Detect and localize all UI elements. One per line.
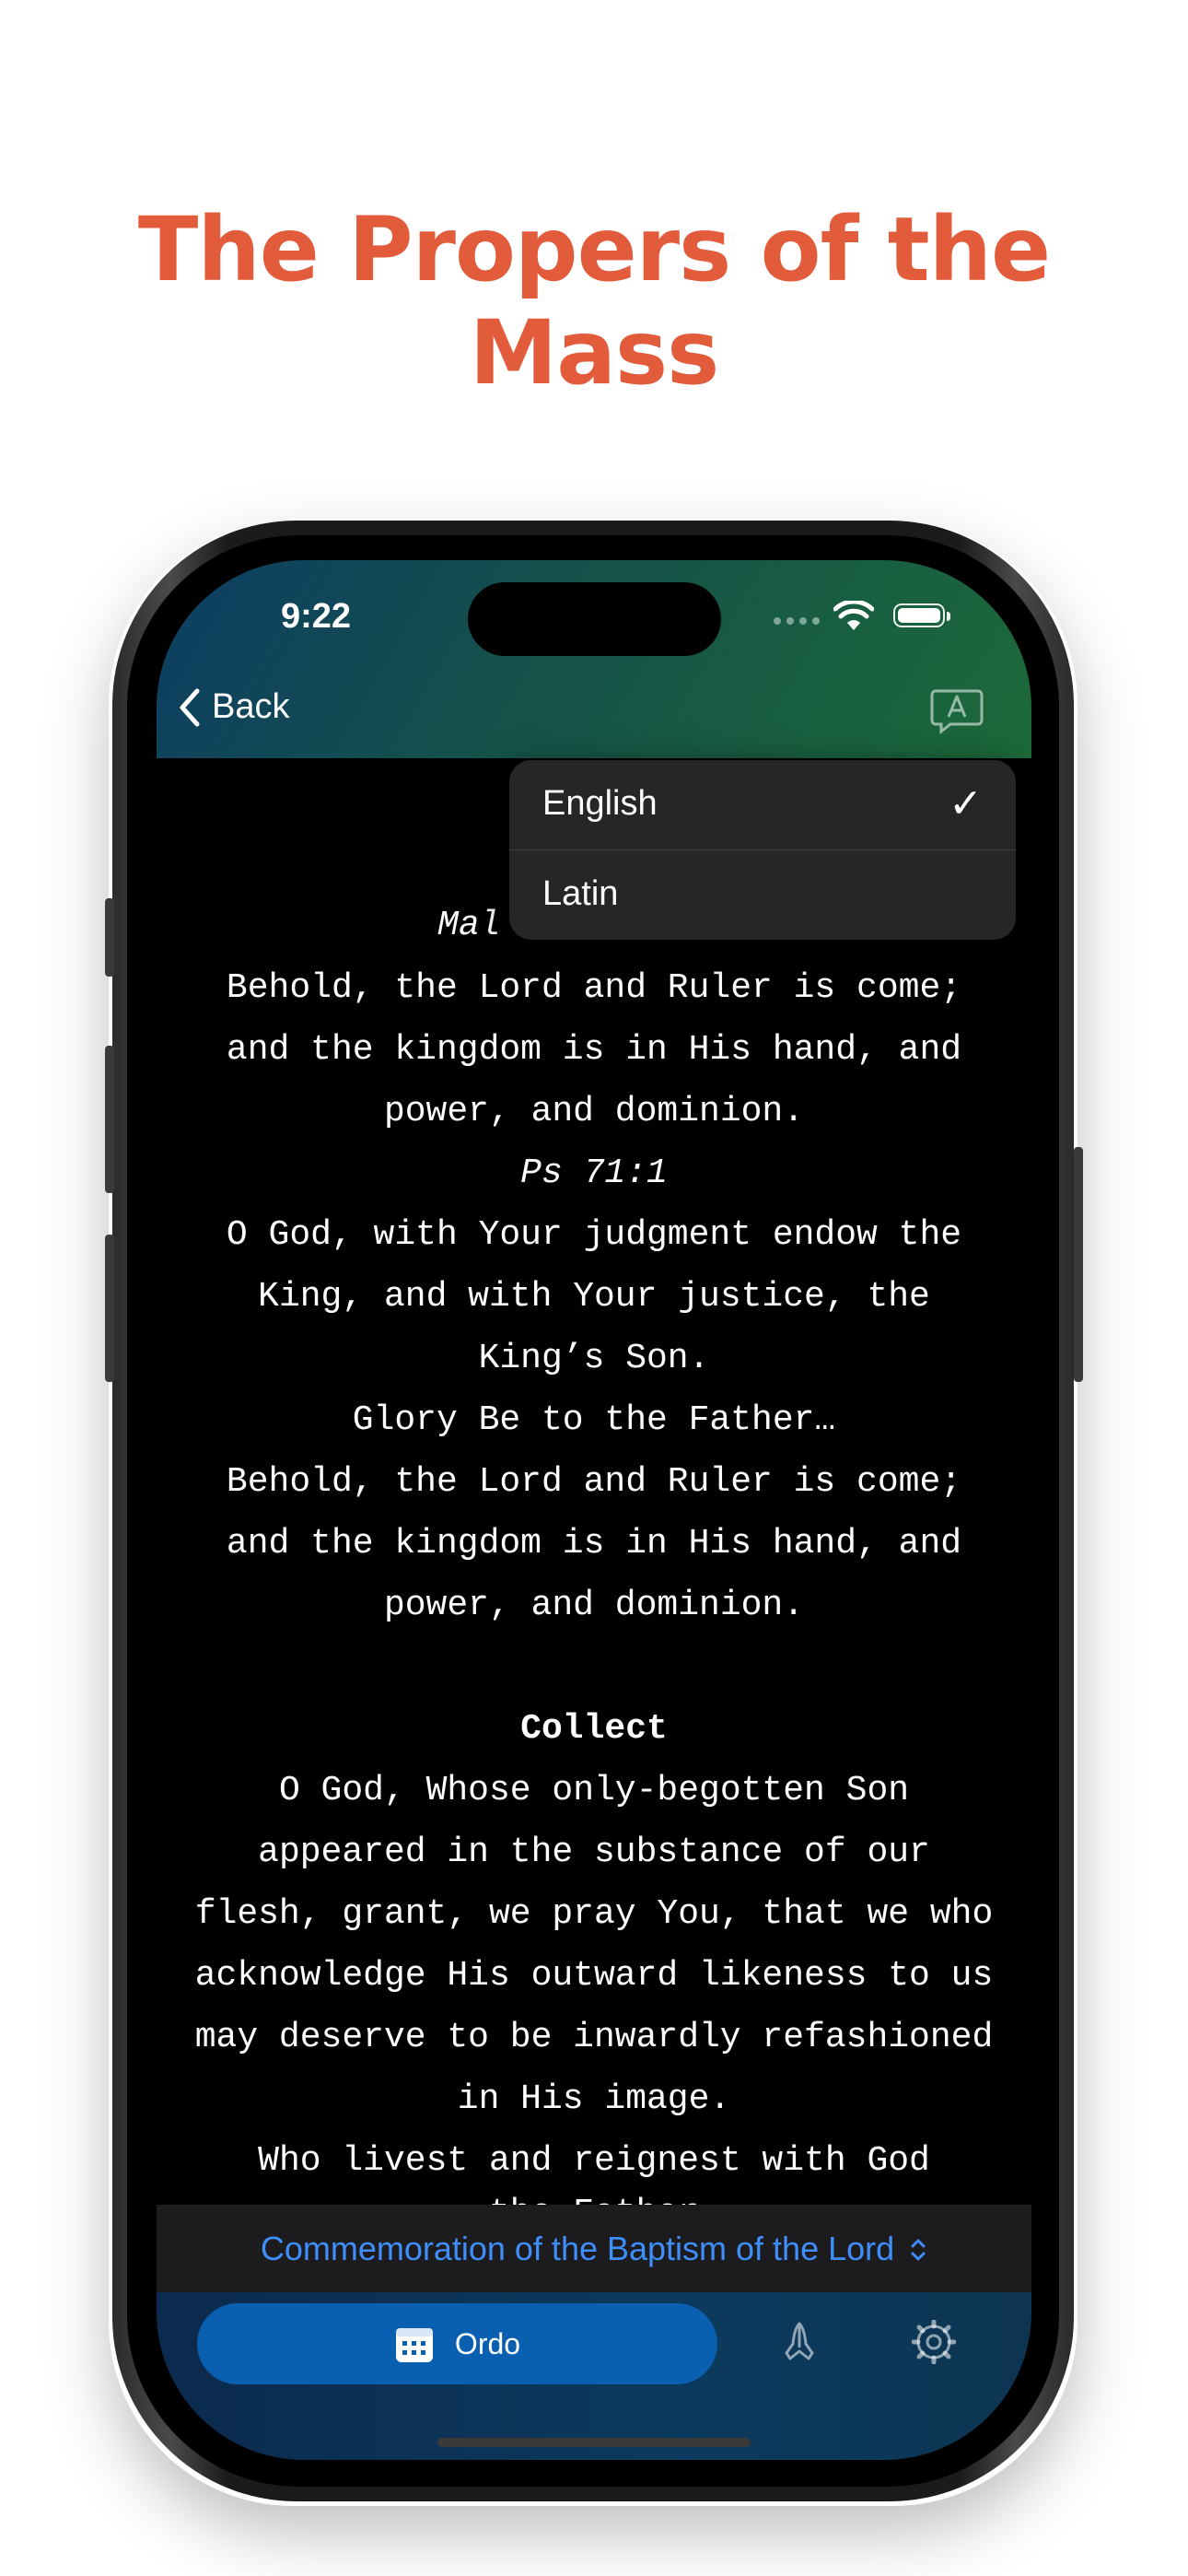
reading-line: Behold, the Lord and Ruler is come; <box>226 1462 962 1502</box>
volume-up-button <box>105 1046 114 1193</box>
tab-ordo[interactable]: Ordo <box>197 2303 717 2384</box>
back-label: Back <box>212 687 290 726</box>
reading-line: and the kingdom is in His hand, and <box>226 1524 962 1563</box>
gear-icon[interactable] <box>912 2320 956 2364</box>
tab-bar: Ordo <box>157 2292 1031 2460</box>
language-menu: English ✓ Latin <box>509 760 1016 940</box>
calendar-icon <box>395 2328 433 2362</box>
status-time: 9:22 <box>281 597 352 636</box>
menu-item-label: Latin <box>542 874 619 913</box>
reading-line: King, and with Your justice, the <box>258 1277 930 1317</box>
reading-line: Behold, the Lord and Ruler is come; <box>226 968 962 1008</box>
reading-line: power, and dominion. <box>383 1092 805 1131</box>
menu-item-latin[interactable]: Latin <box>509 850 1016 940</box>
scripture-reference: Ps 71:1 <box>520 1153 668 1193</box>
propers-text: Mal 3:1 Behold, the Lord and Ruler is co… <box>157 758 1031 2205</box>
volume-down-button <box>105 1235 114 1382</box>
section-heading: Collect <box>520 1709 668 1749</box>
reading-line: King’s Son. <box>478 1339 710 1378</box>
reading-line: O God, with Your judgment endow the <box>226 1215 962 1255</box>
battery-icon <box>893 603 950 627</box>
reading-line: in His image. <box>457 2079 731 2119</box>
checkmark-icon: ✓ <box>949 781 983 826</box>
praying-hands-icon[interactable] <box>779 2320 820 2362</box>
reading-line: acknowledge His outward likeness to us <box>194 1956 994 1996</box>
reading-line: power, and dominion. <box>383 1586 805 1625</box>
reading-line: Who livest and reignest with God <box>258 2141 930 2181</box>
chevron-up-down-icon <box>911 2239 926 2261</box>
home-indicator[interactable] <box>437 2438 751 2447</box>
tab-label: Ordo <box>454 2326 521 2360</box>
reading-line: may deserve to be inwardly refashioned <box>194 2018 994 2057</box>
chevron-left-icon <box>180 688 200 726</box>
reading-line: Glory Be to the Father… <box>352 1400 836 1440</box>
reading-line: appeared in the substance of our <box>258 1832 930 1872</box>
phone-screen: 9:22 Back Mal 3:1 Behold, the Lord and R… <box>157 560 1031 2460</box>
reading-line: O God, Whose only-begotten Son <box>278 1771 910 1810</box>
power-button <box>1074 1147 1083 1382</box>
menu-item-label: English <box>542 784 658 823</box>
cellular-signal-icon <box>774 617 820 625</box>
reading-line: flesh, grant, we pray You, that we who <box>194 1894 994 1934</box>
dynamic-island <box>468 582 721 656</box>
action-button <box>105 898 114 977</box>
feast-label: Commemoration of the Baptism of the Lord <box>260 2230 895 2267</box>
reading-line: and the kingdom is in His hand, and <box>226 1030 962 1070</box>
menu-item-english[interactable]: English ✓ <box>509 760 1016 849</box>
feast-selector[interactable]: Commemoration of the Baptism of the Lord <box>157 2205 1031 2292</box>
translate-icon[interactable] <box>930 687 984 735</box>
wifi-icon <box>833 601 874 630</box>
back-button[interactable]: Back <box>179 687 289 727</box>
page-headline: The Propers of the Mass <box>137 198 1051 404</box>
reading-line: the Father <box>157 2194 1031 2205</box>
